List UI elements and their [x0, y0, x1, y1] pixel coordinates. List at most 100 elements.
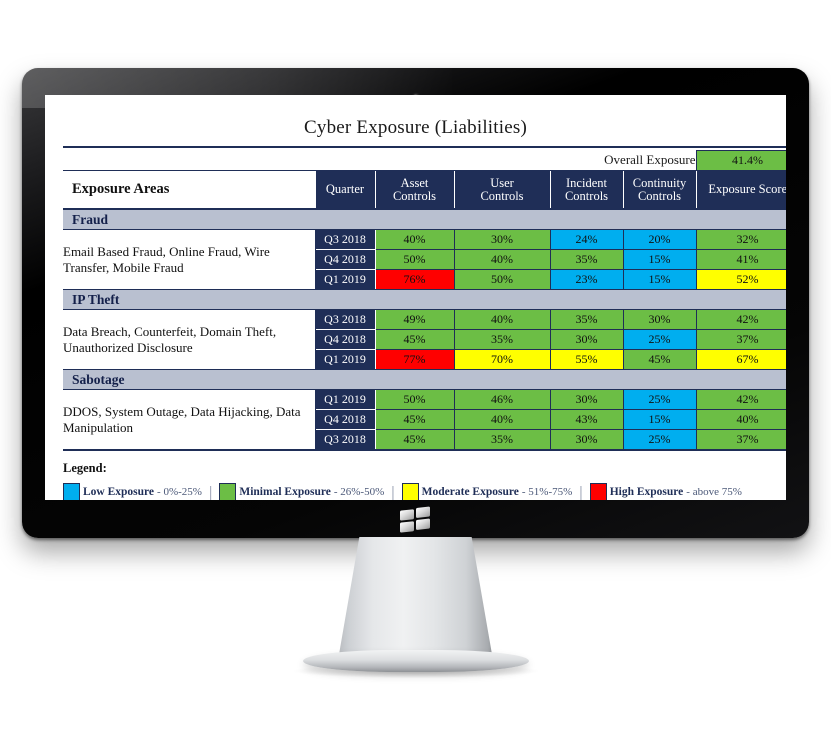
legend-item-label: Low Exposure	[83, 486, 155, 498]
exposure-table: Overall Exposure 41.4% Exposure Areas Quart…	[63, 146, 786, 452]
cell-continuity-controls: 25%	[622, 329, 697, 350]
cell-user-controls: 35%	[453, 429, 551, 451]
legend-separator: |	[391, 482, 395, 501]
cell-incident-controls: 30%	[549, 429, 624, 451]
cell-user-controls: 40%	[453, 309, 551, 330]
cell-user-controls: 40%	[453, 409, 551, 430]
cell-exposure-score: 32%	[695, 229, 786, 250]
legend-color-swatch	[219, 483, 237, 500]
legend-item-label: Moderate Exposure	[421, 486, 519, 498]
cell-exposure-score: 67%	[695, 349, 786, 370]
column-header-incident-controls: Incident Controls	[549, 170, 623, 210]
legend-item: High Exposure - above 75%	[589, 483, 742, 500]
section-header-row: Sabotage	[63, 369, 786, 390]
exposure-area-name: Data Breach, Counterfeit, Domain Theft, …	[63, 309, 316, 370]
column-header-exposure-score: Exposure Score	[695, 170, 786, 210]
cell-continuity-controls: 15%	[622, 249, 697, 270]
cell-incident-controls: 23%	[549, 269, 624, 290]
section-title: Sabotage	[63, 369, 786, 390]
cell-asset-controls: 45%	[374, 409, 455, 430]
legend-color-swatch	[589, 483, 607, 500]
cell-user-controls: 35%	[453, 329, 551, 350]
cell-continuity-controls: 45%	[622, 349, 697, 370]
cell-incident-controls: 24%	[549, 229, 624, 250]
exposure-area-name: DDOS, System Outage, Data Hijacking, Dat…	[63, 389, 316, 451]
legend-item: Moderate Exposure - 51%-75%	[401, 483, 573, 500]
legend-item-range: - 26%-50%	[333, 486, 385, 498]
cell-asset-controls: 49%	[374, 309, 455, 330]
windows-logo-icon	[399, 506, 432, 534]
cell-incident-controls: 30%	[549, 329, 624, 350]
presentation-slide: Cyber Exposure (Liabilities) Overall Exp…	[45, 95, 786, 500]
cell-asset-controls: 77%	[374, 349, 455, 370]
cell-asset-controls: 45%	[374, 429, 455, 451]
cell-asset-controls: 45%	[374, 329, 455, 350]
cell-asset-controls: 50%	[374, 389, 455, 410]
cell-exposure-score: 40%	[695, 409, 786, 430]
table-row: DDOS, System Outage, Data Hijacking, Dat…	[63, 389, 786, 451]
table-header-row: Exposure Areas Quarter Asset Controls User Co…	[63, 170, 786, 210]
cell-continuity-controls: 30%	[622, 309, 697, 330]
cell-user-controls: 50%	[453, 269, 551, 290]
legend-color-swatch	[63, 483, 80, 500]
cell-incident-controls: 35%	[549, 309, 624, 330]
cell-continuity-controls: 15%	[622, 409, 697, 430]
section-header-row: IP Theft	[63, 289, 786, 310]
cell-incident-controls: 35%	[549, 249, 624, 270]
overall-exposure-row: Overall Exposure 41.4%	[63, 150, 786, 171]
quarter-cell: Q4 2018	[315, 409, 376, 430]
cell-exposure-score: 42%	[695, 389, 786, 410]
page-title: Cyber Exposure (Liabilities)	[304, 117, 527, 138]
legend-item-range: - 51%-75%	[521, 486, 573, 498]
cell-exposure-score: 52%	[695, 269, 786, 290]
cell-user-controls: 70%	[453, 349, 551, 370]
monitor-scene: Cyber Exposure (Liabilities) Overall Exp…	[0, 0, 831, 745]
legend-item: Low Exposure - 0%-25%	[63, 483, 202, 500]
legend-item-label: Minimal Exposure	[239, 486, 331, 498]
cell-asset-controls: 50%	[374, 249, 455, 270]
column-header-user-controls: User Controls	[453, 170, 550, 210]
cell-continuity-controls: 15%	[622, 269, 697, 290]
overall-exposure-value: 41.4%	[695, 150, 786, 171]
quarter-cell: Q3 2018	[315, 309, 376, 330]
table-row: Email Based Fraud, Online Fraud, Wire Tr…	[63, 229, 786, 290]
quarter-cell: Q3 2018	[315, 229, 376, 250]
cell-continuity-controls: 25%	[622, 429, 697, 451]
section-title: IP Theft	[63, 289, 786, 310]
quarter-cell: Q4 2018	[315, 329, 376, 350]
quarter-cell: Q1 2019	[315, 349, 376, 370]
cell-exposure-score: 42%	[695, 309, 786, 330]
cell-exposure-score: 37%	[695, 329, 786, 350]
cell-continuity-controls: 25%	[622, 389, 697, 410]
cell-incident-controls: 30%	[549, 389, 624, 410]
monitor-stand-neck	[337, 537, 494, 663]
monitor-bezel: Cyber Exposure (Liabilities) Overall Exp…	[22, 68, 809, 538]
cell-exposure-score: 41%	[695, 249, 786, 270]
column-header-exposure-areas: Exposure Areas	[63, 170, 315, 210]
monitor-stand-base	[302, 650, 529, 672]
legend-item: Minimal Exposure - 26%-50%	[219, 483, 384, 500]
legend-separator: |	[579, 482, 583, 501]
section-header-row: Fraud	[63, 208, 786, 230]
quarter-cell: Q1 2019	[315, 389, 376, 410]
legend-color-swatch	[401, 483, 419, 500]
legend-separator: |	[208, 482, 213, 501]
column-header-asset-controls: Asset Controls	[374, 170, 454, 210]
exposure-area-name: Email Based Fraud, Online Fraud, Wire Tr…	[63, 229, 316, 290]
cell-incident-controls: 55%	[549, 349, 624, 370]
overall-exposure-label: Overall Exposure	[454, 150, 696, 171]
legend-item-range: - above 75%	[686, 486, 742, 498]
legend: Legend: Low Exposure - 0%-25% | Minimal Exp…	[63, 452, 768, 500]
cell-user-controls: 40%	[453, 249, 551, 270]
cell-user-controls: 30%	[453, 229, 551, 250]
cell-exposure-score: 37%	[695, 429, 786, 451]
cell-user-controls: 46%	[453, 389, 551, 410]
column-header-quarter: Quarter	[314, 170, 375, 210]
cell-asset-controls: 40%	[374, 229, 455, 250]
cell-incident-controls: 43%	[549, 409, 624, 430]
overall-blank-cell	[63, 150, 454, 171]
legend-item-label: High Exposure	[609, 486, 684, 498]
monitor-screen: Cyber Exposure (Liabilities) Overall Exp…	[45, 95, 786, 500]
quarter-cell: Q1 2019	[315, 269, 376, 290]
quarter-cell: Q4 2018	[315, 249, 376, 270]
